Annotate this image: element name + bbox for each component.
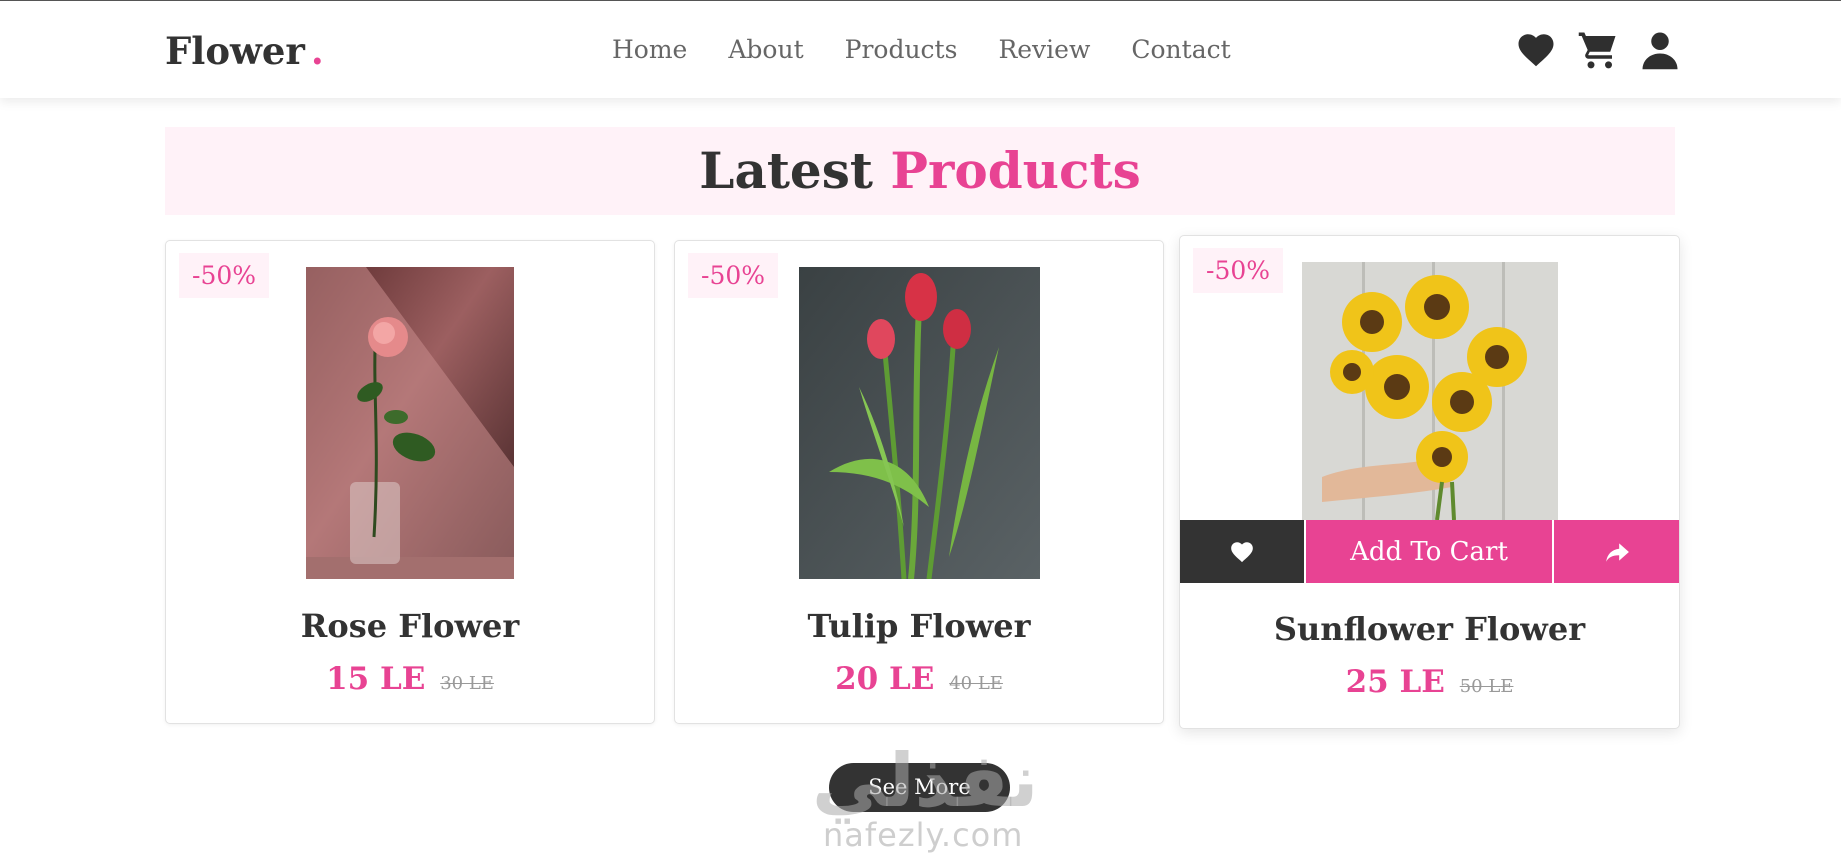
share-icon <box>1605 542 1629 562</box>
current-price: 25 LE <box>1345 664 1445 700</box>
tulip-image[interactable] <box>799 267 1040 579</box>
heart-icon[interactable] <box>1515 29 1557 71</box>
logo-dot: . <box>310 29 324 73</box>
sunflower-image[interactable] <box>1302 262 1558 520</box>
product-price: 15 LE 30 LE <box>166 661 654 697</box>
product-card-rose[interactable]: -50% Rose Flower 15 LE 30 LE <box>165 240 655 724</box>
logo-text: Flower <box>165 29 305 73</box>
product-card-tulip[interactable]: -50% Tulip Flower 20 LE 40 LE <box>674 240 1164 724</box>
header-icons <box>1515 29 1681 71</box>
logo[interactable]: Flower. <box>165 29 324 73</box>
discount-badge: -50% <box>1193 248 1284 293</box>
site-header: Flower. Home About Products Review Conta… <box>0 0 1841 98</box>
nav-contact[interactable]: Contact <box>1131 35 1230 64</box>
product-price: 20 LE 40 LE <box>675 661 1163 697</box>
discount-badge: -50% <box>688 253 779 298</box>
product-card-sunflower[interactable]: -50% Add To Cart Sunflower Flower 25 LE … <box>1179 235 1680 729</box>
watermark-latin: nafezly.com <box>823 816 1024 854</box>
heading-word-latest: Latest <box>699 141 873 200</box>
nav-review[interactable]: Review <box>998 35 1090 64</box>
nav-home[interactable]: Home <box>612 35 687 64</box>
user-icon[interactable] <box>1639 29 1681 71</box>
main-nav: Home About Products Review Contact <box>612 35 1272 64</box>
old-price: 50 LE <box>1459 676 1514 697</box>
nav-products[interactable]: Products <box>845 35 958 64</box>
heading-word-products: Products <box>890 141 1141 200</box>
discount-badge: -50% <box>179 253 270 298</box>
current-price: 20 LE <box>835 661 935 697</box>
product-price: 25 LE 50 LE <box>1180 664 1679 700</box>
card-action-bar: Add To Cart <box>1180 520 1679 583</box>
product-name: Rose Flower <box>300 607 520 645</box>
nav-about[interactable]: About <box>728 35 803 64</box>
share-button[interactable] <box>1554 520 1679 583</box>
heart-icon <box>1231 541 1253 562</box>
add-to-cart-button[interactable]: Add To Cart <box>1304 520 1554 583</box>
watermark-arabic: نفذلي <box>812 738 1040 824</box>
wishlist-button[interactable] <box>1180 520 1304 583</box>
product-name: Tulip Flower <box>807 607 1031 645</box>
section-heading: Latest Products <box>165 127 1675 215</box>
cart-icon[interactable] <box>1577 29 1619 71</box>
old-price: 30 LE <box>440 673 494 694</box>
old-price: 40 LE <box>949 673 1003 694</box>
product-name: Sunflower Flower <box>1273 610 1586 648</box>
rose-image[interactable] <box>306 267 514 579</box>
current-price: 15 LE <box>326 661 426 697</box>
